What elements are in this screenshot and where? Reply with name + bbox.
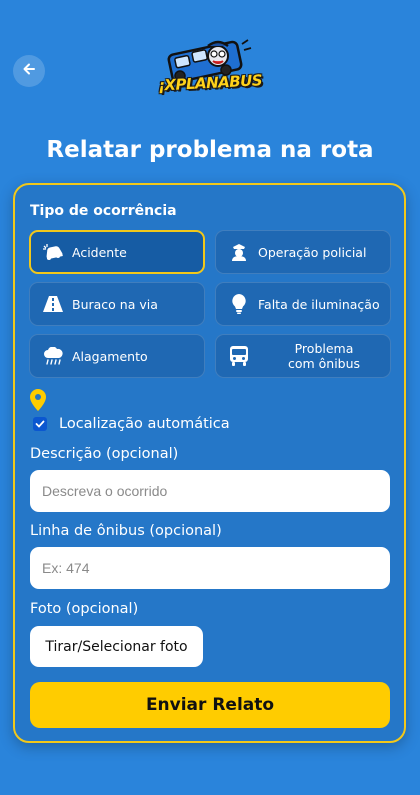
car-crash-icon <box>42 241 64 263</box>
bus-line-input[interactable] <box>30 547 390 589</box>
auto-location-label: Localização automática <box>59 416 230 432</box>
report-form-card: Tipo de ocorrência Acidente Operação pol… <box>13 183 406 743</box>
type-option-police[interactable]: Operação policial <box>215 230 391 274</box>
bus-line-label: Linha de ônibus (opcional) <box>30 523 222 539</box>
app-logo: ¡XPLANABUS <box>157 34 263 104</box>
type-option-label: Buraco na via <box>72 296 158 312</box>
type-option-label: Problema com ônibus <box>287 341 361 371</box>
type-option-label: Falta de iluminação <box>258 296 380 312</box>
type-option-accident[interactable]: Acidente <box>29 230 205 274</box>
type-option-label: Alagamento <box>72 348 148 364</box>
type-option-label: Acidente <box>72 244 127 260</box>
type-option-label: Operação policial <box>258 244 367 260</box>
cloud-rain-icon <box>42 345 64 367</box>
select-photo-button[interactable]: Tirar/Selecionar foto <box>30 626 203 667</box>
type-option-lighting[interactable]: Falta de iluminação <box>215 282 391 326</box>
description-input[interactable] <box>30 470 390 512</box>
police-officer-icon <box>228 241 250 263</box>
occurrence-type-label: Tipo de ocorrência <box>30 203 177 219</box>
arrow-left-icon <box>22 62 36 81</box>
type-option-pothole[interactable]: Buraco na via <box>29 282 205 326</box>
map-pin-icon <box>30 389 46 416</box>
check-icon <box>35 420 45 428</box>
page-title: Relatar problema na rota <box>46 137 374 163</box>
photo-label: Foto (opcional) <box>30 601 139 617</box>
road-icon <box>42 293 64 315</box>
description-label: Descrição (opcional) <box>30 446 179 462</box>
submit-report-button[interactable]: Enviar Relato <box>30 682 390 728</box>
lightbulb-icon <box>228 293 250 315</box>
type-option-bus-problem[interactable]: Problema com ônibus <box>215 334 391 378</box>
auto-location-checkbox[interactable] <box>33 417 47 431</box>
logo-text: ¡XPLANABUS <box>157 71 263 95</box>
auto-location-row: Localização automática <box>33 416 230 432</box>
bus-icon <box>228 345 250 367</box>
type-option-flooding[interactable]: Alagamento <box>29 334 205 378</box>
back-button[interactable] <box>13 55 45 87</box>
